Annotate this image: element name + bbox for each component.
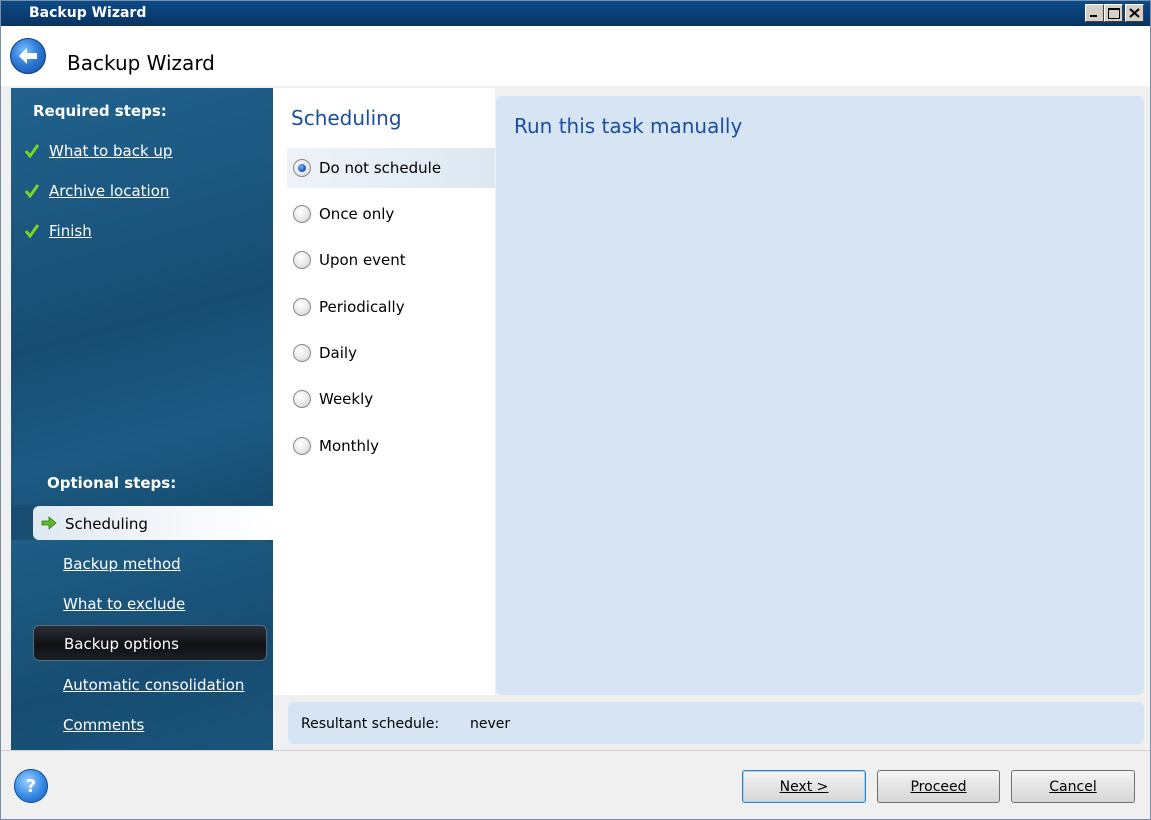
step-backup-options[interactable]: Backup options — [33, 625, 267, 661]
radio-button-icon[interactable] — [293, 298, 311, 316]
step-scheduling-current[interactable]: Scheduling — [33, 506, 273, 540]
checkmark-icon — [25, 184, 39, 198]
option-label: Monthly — [319, 437, 380, 455]
back-button[interactable] — [10, 38, 46, 74]
back-arrow-icon — [19, 48, 37, 64]
option-label: Once only — [319, 205, 395, 223]
green-arrow-icon — [41, 516, 57, 530]
cancel-button[interactable]: Cancel — [1011, 770, 1135, 803]
close-icon — [1129, 8, 1140, 18]
resultant-schedule-label: Resultant schedule: — [301, 716, 440, 732]
help-button[interactable]: ? — [14, 769, 48, 803]
radio-button-icon[interactable] — [293, 390, 311, 408]
proceed-button[interactable]: Proceed — [877, 770, 1000, 803]
step-finish[interactable]: Finish — [49, 222, 92, 240]
radio-periodically[interactable]: Periodically — [287, 287, 495, 327]
step-comments[interactable]: Comments — [63, 716, 144, 734]
option-label: Do not schedule — [319, 159, 442, 177]
minimize-button[interactable] — [1085, 4, 1104, 22]
step-backup-options-label: Backup options — [64, 635, 179, 653]
backup-wizard-window: Backup Wizard Backup Wizard Required ste… — [0, 0, 1151, 820]
wizard-header: Backup Wizard — [1, 26, 1150, 86]
step-archive-location[interactable]: Archive location — [49, 182, 169, 200]
checkmark-icon — [25, 144, 39, 158]
step-what-to-exclude[interactable]: What to exclude — [63, 595, 185, 613]
schedule-detail-panel: Run this task manually — [496, 96, 1144, 695]
radio-weekly[interactable]: Weekly — [287, 379, 495, 419]
required-steps-title: Required steps: — [33, 102, 167, 120]
step-backup-method[interactable]: Backup method — [63, 555, 181, 573]
detail-title: Run this task manually — [514, 114, 743, 138]
radio-upon-event[interactable]: Upon event — [287, 240, 495, 280]
resultant-schedule-bar: Resultant schedule: never — [288, 702, 1144, 744]
close-button[interactable] — [1125, 4, 1144, 22]
step-scheduling-label: Scheduling — [65, 515, 148, 533]
radio-monthly[interactable]: Monthly — [287, 426, 495, 466]
option-label: Daily — [319, 344, 357, 362]
title-bar[interactable]: Backup Wizard — [1, 1, 1150, 26]
steps-sidebar: Required steps: What to back up Archive … — [11, 88, 273, 750]
option-label: Weekly — [319, 390, 374, 408]
maximize-button[interactable] — [1104, 4, 1123, 22]
radio-once-only[interactable]: Once only — [287, 194, 495, 234]
help-icon: ? — [25, 775, 37, 797]
radio-button-icon[interactable] — [293, 159, 311, 177]
radio-button-icon[interactable] — [293, 251, 311, 269]
option-label: Upon event — [319, 251, 406, 269]
header-title: Backup Wizard — [67, 51, 215, 75]
radio-button-icon[interactable] — [293, 437, 311, 455]
resultant-schedule-value: never — [470, 716, 511, 732]
optional-steps-title: Optional steps: — [47, 474, 177, 492]
scheduling-title: Scheduling — [291, 106, 402, 130]
step-what-to-back-up[interactable]: What to back up — [49, 142, 172, 160]
option-label: Periodically — [319, 298, 405, 316]
window-controls — [1085, 4, 1144, 22]
radio-daily[interactable]: Daily — [287, 333, 495, 373]
radio-button-icon[interactable] — [293, 344, 311, 362]
window-title: Backup Wizard — [29, 5, 147, 21]
checkmark-icon — [25, 224, 39, 238]
next-button[interactable]: Next > — [742, 770, 866, 803]
button-bar: ? Next > Proceed Cancel — [1, 750, 1150, 819]
step-automatic-consolidation[interactable]: Automatic consolidation — [63, 676, 244, 694]
schedule-options-column: Scheduling Do not schedule Once only Upo… — [273, 88, 495, 695]
radio-button-icon[interactable] — [293, 205, 311, 223]
radio-do-not-schedule[interactable]: Do not schedule — [287, 148, 495, 188]
